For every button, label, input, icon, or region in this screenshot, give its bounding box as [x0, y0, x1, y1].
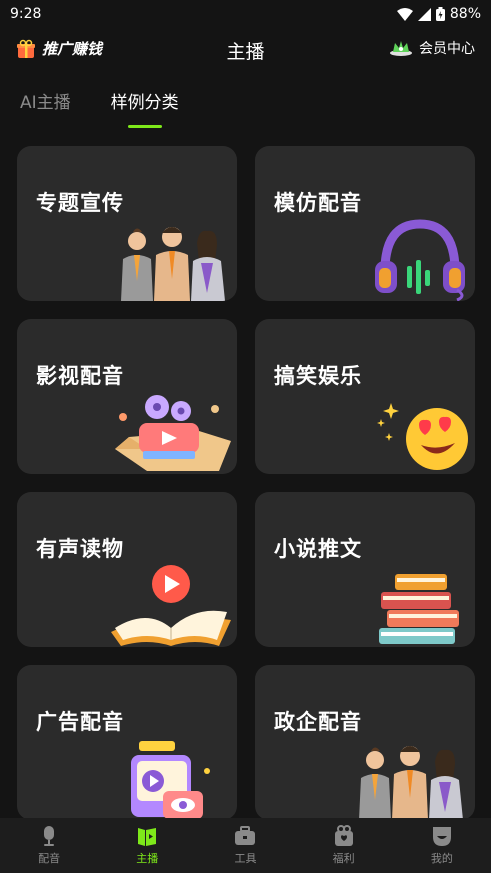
wifi-icon — [396, 7, 413, 21]
category-title: 搞笑娱乐 — [274, 364, 362, 388]
promo-button[interactable]: 推广赚钱 — [16, 38, 102, 59]
category-card[interactable]: 搞笑娱乐 — [255, 319, 475, 474]
nav-item-benefits[interactable]: 福利 — [295, 825, 393, 866]
profile-icon — [432, 827, 451, 846]
tab-indicator — [127, 125, 162, 128]
promo-label: 推广赚钱 — [42, 40, 103, 58]
header: 推广赚钱 主播 会员中心 — [0, 28, 491, 72]
category-card[interactable]: 有声读物 — [17, 492, 237, 647]
book-stack-icon — [379, 574, 459, 644]
video-ad-icon — [131, 741, 210, 819]
status-icons: 88% — [396, 6, 481, 22]
category-title: 广告配音 — [36, 710, 124, 734]
category-card[interactable]: 专题宣传 — [17, 146, 237, 301]
people-icon — [359, 746, 463, 820]
category-card[interactable]: 政企配音 — [255, 665, 475, 820]
vip-center-button[interactable]: 会员中心 — [389, 38, 475, 58]
people-icon — [121, 227, 225, 301]
category-card[interactable]: 广告配音 — [17, 665, 237, 820]
nav-item-dubbing[interactable]: 配音 — [0, 825, 98, 866]
nav-item-profile[interactable]: 我的 — [393, 825, 491, 866]
toolbox-icon — [235, 826, 256, 845]
vip-label: 会员中心 — [419, 41, 475, 57]
category-title: 影视配音 — [36, 364, 124, 388]
bottom-nav: 配音 主播 工具 福利 我的 — [0, 818, 491, 873]
page-title: 主播 — [226, 40, 265, 63]
headphones-icon — [375, 219, 465, 301]
open-book-play-icon — [111, 565, 231, 646]
gift-icon — [17, 39, 35, 58]
status-bar: 9:28 88% — [0, 0, 491, 28]
battery-icon — [435, 7, 445, 21]
battery-percent: 88% — [449, 6, 481, 22]
category-title: 小说推文 — [274, 537, 362, 561]
anchor-icon — [138, 828, 157, 846]
nav-item-tools[interactable]: 工具 — [196, 825, 294, 866]
tab-ai-anchor[interactable]: AI主播 — [20, 88, 71, 128]
category-card[interactable]: 影视配音 — [17, 319, 237, 474]
nav-item-anchor[interactable]: 主播 — [98, 825, 196, 866]
category-title: 有声读物 — [36, 537, 124, 561]
status-time: 9:28 — [10, 6, 42, 22]
vip-crown-icon — [390, 41, 412, 56]
category-title: 专题宣传 — [36, 191, 124, 215]
tab-sample-categories[interactable]: 样例分类 — [111, 88, 179, 128]
category-card[interactable]: 小说推文 — [255, 492, 475, 647]
gift-icon — [334, 825, 353, 846]
category-title: 模仿配音 — [274, 191, 362, 215]
tab-bar: AI主播 样例分类 — [20, 88, 179, 128]
category-card[interactable]: 模仿配音 — [255, 146, 475, 301]
heart-eyes-emoji-icon — [377, 403, 468, 470]
category-grid: 专题宣传 模仿配音 影视配音 搞笑娱乐 有声读物 小说推文 广告配音 政企配音 — [17, 146, 475, 820]
signal-icon — [417, 7, 431, 21]
microphone-icon — [44, 826, 55, 846]
category-title: 政企配音 — [274, 710, 362, 734]
film-projector-icon — [115, 395, 231, 471]
